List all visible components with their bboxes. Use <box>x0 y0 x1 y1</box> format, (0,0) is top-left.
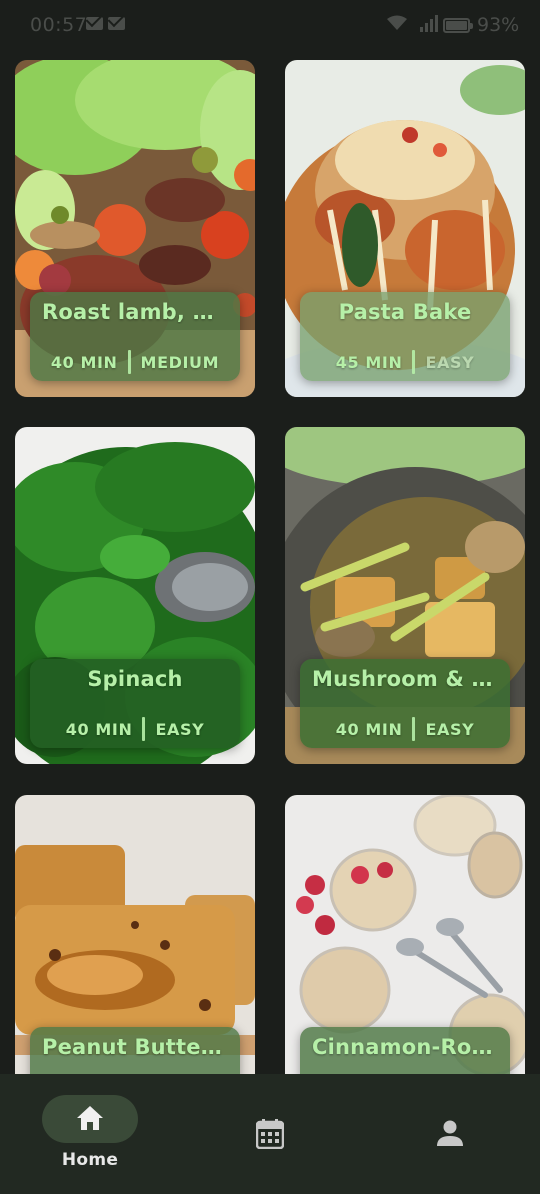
recipe-time: 45 MIN <box>335 352 403 372</box>
home-icon <box>77 1106 103 1130</box>
recipe-card[interactable]: Roast lamb, b... 40 MIN MEDIUM <box>15 60 255 397</box>
recipe-meta: 45 MIN EASY <box>300 350 510 374</box>
meta-divider <box>412 350 416 374</box>
recipe-info-panel: Mushroom & T... 40 MIN EASY <box>300 659 510 748</box>
recipe-info-panel: Spinach 40 MIN EASY <box>30 659 240 748</box>
recipe-title: Pasta Bake <box>338 300 472 324</box>
mail-icon <box>86 17 103 30</box>
person-icon <box>437 1120 463 1146</box>
wifi-icon <box>387 15 407 30</box>
recipe-card[interactable]: Cinnamon-Rol... <box>285 795 525 1074</box>
recipe-time: 40 MIN <box>50 352 118 372</box>
recipe-card[interactable]: Mushroom & T... 40 MIN EASY <box>285 427 525 764</box>
recipe-difficulty: EASY <box>425 719 475 739</box>
recipe-info-panel: Roast lamb, b... 40 MIN MEDIUM <box>30 292 240 381</box>
recipe-time: 40 MIN <box>65 719 133 739</box>
recipe-difficulty: MEDIUM <box>140 352 220 372</box>
bottom-navigation: Home <box>0 1074 540 1194</box>
battery-percentage: 93% <box>477 14 520 36</box>
meta-divider <box>127 350 131 374</box>
nav-calendar[interactable] <box>254 1074 286 1194</box>
recipe-title: Mushroom & T... <box>312 667 508 691</box>
recipe-difficulty: EASY <box>155 719 205 739</box>
status-bar: 00:57 93% <box>0 0 540 52</box>
status-time: 00:57 <box>30 14 88 36</box>
nav-home-label: Home <box>61 1150 119 1170</box>
recipe-title: Cinnamon-Rol... <box>312 1035 504 1059</box>
signal-icon <box>420 15 438 32</box>
battery-icon <box>443 18 473 33</box>
recipe-card[interactable]: Spinach 40 MIN EASY <box>15 427 255 764</box>
recipe-difficulty: EASY <box>425 352 475 372</box>
recipe-title: Roast lamb, b... <box>42 300 233 324</box>
recipe-title: Spinach <box>87 667 183 691</box>
recipe-info-panel: Pasta Bake 45 MIN EASY <box>300 292 510 381</box>
mail-icon <box>108 17 125 30</box>
recipe-title: Peanut Butter... <box>42 1035 233 1059</box>
recipe-meta: 40 MIN MEDIUM <box>30 350 240 374</box>
recipe-meta: 40 MIN EASY <box>300 717 510 741</box>
recipe-card[interactable]: Pasta Bake 45 MIN EASY <box>285 60 525 397</box>
recipe-meta: 40 MIN EASY <box>30 717 240 741</box>
recipe-time: 40 MIN <box>335 719 403 739</box>
recipe-info-panel: Cinnamon-Rol... <box>300 1027 510 1074</box>
meta-divider <box>142 717 146 741</box>
nav-profile[interactable] <box>434 1074 466 1194</box>
calendar-icon <box>256 1119 284 1149</box>
nav-home[interactable]: Home <box>42 1074 138 1194</box>
recipe-info-panel: Peanut Butter... <box>30 1027 240 1074</box>
meta-divider <box>412 717 416 741</box>
recipe-card[interactable]: Peanut Butter... <box>15 795 255 1074</box>
recipe-grid: Roast lamb, b... 40 MIN MEDIUM Pasta Bak… <box>0 0 540 1074</box>
